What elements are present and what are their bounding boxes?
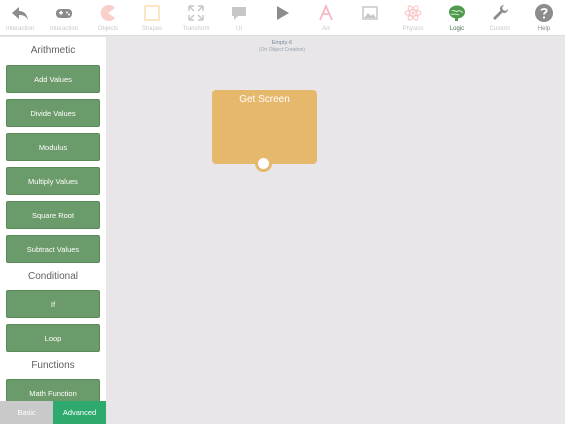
gamepad-icon <box>56 9 72 18</box>
toolbar-label: Shapes <box>141 26 163 32</box>
toolbar-shapes-button[interactable]: Shapes <box>127 0 177 36</box>
advanced-mode-tab[interactable]: Advanced <box>53 401 106 424</box>
output-port[interactable] <box>255 155 272 172</box>
add-values-block[interactable]: Add Values <box>6 65 100 93</box>
toolbar-play-button[interactable] <box>257 0 307 36</box>
multiply-values-block[interactable]: Multiply Values <box>6 167 100 195</box>
toolbar-art-button[interactable]: Art <box>301 0 351 36</box>
atom-icon <box>404 5 422 21</box>
loop-block[interactable]: Loop <box>6 324 100 352</box>
toolbar-label: Interaction <box>49 26 79 32</box>
play-icon <box>277 6 289 20</box>
canvas-title: Empty-6 <box>271 40 293 46</box>
back-arrow-icon <box>12 7 28 20</box>
pacman-icon <box>100 5 115 21</box>
toolbar-label: Physics <box>402 26 424 32</box>
modulus-block[interactable]: Modulus <box>6 133 100 161</box>
toolbar-label: Help <box>537 26 551 32</box>
if-block[interactable]: If <box>6 290 100 318</box>
toolbar-objects-button[interactable]: Objects <box>83 0 133 36</box>
section-title-conditional: Conditional <box>27 271 79 282</box>
get-screen-block[interactable]: Get Screen <box>212 90 317 172</box>
logic-canvas[interactable]: Empty-6 (On Object Creation) Get Screen <box>106 37 565 424</box>
block-label: Get Screen <box>239 94 290 105</box>
brain-icon <box>449 5 465 21</box>
toolbar-help-button[interactable]: Help <box>519 0 565 36</box>
toolbar-label: Art <box>322 26 330 32</box>
art-icon <box>319 3 333 21</box>
toolbar-physics-button[interactable]: Physics <box>388 0 438 36</box>
block-palette: Arithmetic Add Values Divide Values Modu… <box>0 37 106 424</box>
toolbar-label: Objects <box>97 26 119 32</box>
toolbar-label: Custom <box>489 26 511 32</box>
section-title-arithmetic: Arithmetic <box>30 45 76 56</box>
expand-icon <box>188 5 204 21</box>
square-root-block[interactable]: Square Root <box>6 201 100 229</box>
image-icon <box>362 6 378 20</box>
basic-mode-tab[interactable]: Basic <box>0 401 53 424</box>
square-icon <box>144 5 160 21</box>
speech-bubble-icon <box>232 7 246 20</box>
toolbar-interaction-button[interactable]: Interaction <box>39 0 89 36</box>
subtract-values-block[interactable]: Subtract Values <box>6 235 100 263</box>
divide-values-block[interactable]: Divide Values <box>6 99 100 127</box>
top-toolbar: Interaction Interaction Objects Shapes T… <box>0 0 565 36</box>
wrench-icon <box>493 5 508 20</box>
canvas-subtitle: (On Object Creation) <box>258 47 306 53</box>
help-icon <box>535 4 553 22</box>
toolbar-custom-button[interactable]: Custom <box>475 0 525 36</box>
palette-mode-switch: Basic Advanced <box>0 401 106 424</box>
section-title-functions: Functions <box>31 360 75 371</box>
